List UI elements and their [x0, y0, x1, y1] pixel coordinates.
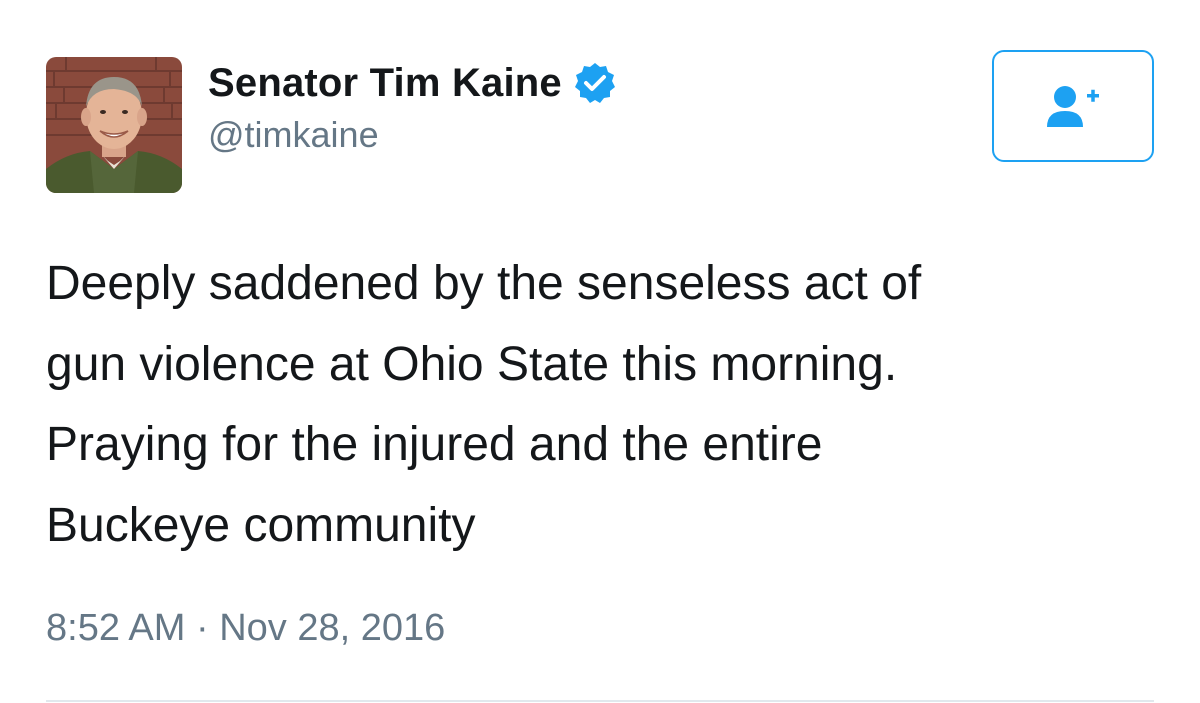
- tweet-card: Senator Tim Kaine @timkaine Deeply sadde…: [0, 0, 1200, 703]
- avatar[interactable]: [46, 57, 182, 193]
- tweet-time: 8:52 AM: [46, 607, 186, 649]
- timestamp-separator: ·: [195, 607, 209, 649]
- tweet-text: Deeply saddened by the senseless act of …: [46, 244, 1156, 566]
- tweet-text-line: Deeply saddened by the senseless act of: [46, 257, 922, 310]
- tweet-text-line: Buckeye community: [46, 498, 476, 552]
- add-user-icon: [1047, 86, 1099, 127]
- divider: [46, 700, 1154, 702]
- follow-button[interactable]: [992, 50, 1154, 162]
- tweet-date: Nov 28, 2016: [219, 607, 446, 649]
- author-header: Senator Tim Kaine: [208, 58, 616, 108]
- username[interactable]: @timkaine: [208, 114, 379, 156]
- tweet-text-line: Praying for the injured and the entire: [46, 418, 823, 471]
- verified-badge-icon: [574, 62, 616, 104]
- tweet-text-line: gun violence at Ohio State this morning.: [46, 337, 898, 391]
- avatar-image: [46, 57, 182, 193]
- display-name[interactable]: Senator Tim Kaine: [208, 61, 562, 106]
- timestamp[interactable]: 8:52 AM · Nov 28, 2016: [46, 607, 445, 650]
